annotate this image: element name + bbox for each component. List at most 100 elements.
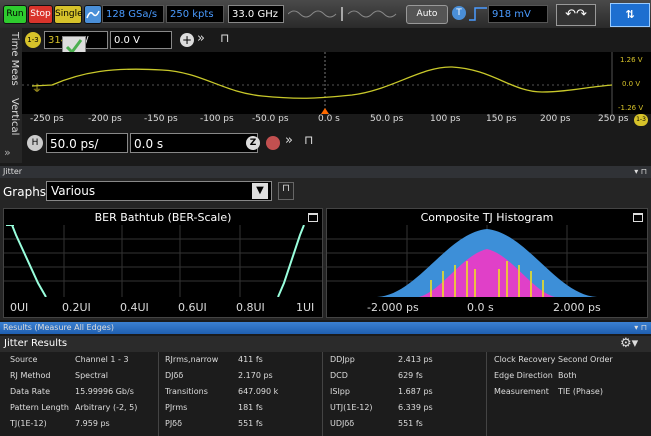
side-tab-time-meas[interactable]: Time Meas (9, 32, 20, 86)
bandwidth-field[interactable]: 33.0 GHz (228, 5, 284, 23)
result-label: Pattern Length (10, 403, 69, 412)
result-label: RJ Method (10, 371, 51, 380)
panel-menu-icon[interactable]: ▾ ⊓ (634, 322, 647, 334)
results-section-header: Jitter Results ⚙▾ (0, 336, 651, 352)
time-tick: -200 ps (88, 114, 122, 124)
pin-icon[interactable]: ⊓ (304, 133, 313, 147)
rising-edge-icon[interactable] (468, 5, 488, 23)
trigger-waveform-icon (288, 7, 397, 21)
bathtub-x-tick: 0UI (10, 301, 29, 314)
bathtub-graph[interactable]: BER Bathtub (BER-Scale) 0UI 0.2UI 0.4UI … (3, 208, 323, 318)
settings-gear-icon[interactable]: ⚙▾ (620, 336, 638, 351)
result-label: PJδδ (165, 419, 182, 428)
result-value: Second Order (558, 355, 613, 364)
result-value: Both (558, 371, 577, 380)
horizontal-badge[interactable]: H (27, 135, 43, 151)
waveform-display[interactable]: 1.26 V 0.0 V -1.26 V ⏚ (22, 52, 651, 114)
waveform-trace (31, 66, 613, 99)
result-label: UTJ(1E-12) (330, 403, 373, 412)
result-label: Transitions (165, 387, 208, 396)
result-label: RJrms,narrow (165, 355, 219, 364)
auto-trigger-button[interactable]: Auto (406, 5, 448, 24)
result-value: 2.413 ps (398, 355, 433, 364)
single-button[interactable]: Single (54, 5, 83, 24)
stop-button[interactable]: Stop (28, 5, 53, 24)
channel-end-badge: 1-3 (634, 114, 648, 126)
expand-arrows-icon[interactable]: » (197, 31, 205, 46)
graphs-label: Graphs (3, 185, 47, 199)
graphs-dropdown[interactable]: Various ▼ (46, 181, 272, 201)
time-axis: -250 ps -200 ps -150 ps -100 ps -50.0 ps… (22, 114, 651, 126)
jitter-panel-body: Graphs Various ▼ ⊓ BER Bathtub (BER-Scal… (0, 178, 651, 320)
bathtub-x-tick: 0.4UI (120, 301, 149, 314)
horizontal-position-field[interactable]: 0.0 s (130, 133, 258, 153)
channel-offset-field[interactable]: 0.0 V (110, 31, 172, 49)
results-section-title: Jitter Results (4, 338, 68, 349)
time-tick: 150 ps (486, 114, 517, 124)
result-value: 6.339 ps (398, 403, 433, 412)
trigger-level-field[interactable]: 918 mV (488, 5, 548, 23)
result-value: 15.99996 Gb/s (75, 387, 134, 396)
maximize-icon[interactable] (308, 213, 318, 222)
result-value: 629 fs (398, 371, 423, 380)
histogram-title: Composite TJ Histogram (420, 211, 554, 224)
time-tick: 200 ps (540, 114, 571, 124)
result-label: PJrms (165, 403, 188, 412)
trigger-source-icon[interactable]: T (452, 6, 466, 20)
add-measurement-icon[interactable]: + (180, 33, 194, 47)
expand-chevron-icon[interactable]: » (4, 146, 11, 159)
graphs-dropdown-value: Various (51, 184, 96, 198)
panel-menu-icon[interactable]: ▾ ⊓ (634, 166, 647, 178)
histogram-graph[interactable]: Composite TJ Histogram -2.000 ps 0.0 s 2… (326, 208, 648, 318)
time-tick: -50.0 ps (252, 114, 289, 124)
reference-icon[interactable] (266, 136, 280, 150)
histogram-x-tick: -2.000 ps (367, 301, 419, 314)
chevron-down-icon[interactable]: ▼ (252, 183, 268, 199)
channel-badge[interactable]: 1-3 (25, 32, 41, 48)
result-value: 1.687 ps (398, 387, 433, 396)
top-toolbar: Run Stop Single 128 GSa/s 250 kpts 33.0 … (0, 0, 651, 29)
result-label: ISIpp (330, 387, 350, 396)
result-value: 551 fs (398, 419, 423, 428)
waveform-graticule (22, 52, 613, 114)
zoom-icon[interactable]: Z (246, 136, 260, 150)
result-label: Edge Direction (494, 371, 553, 380)
y-label-bottom: -1.26 V (618, 104, 644, 112)
expand-arrows-icon[interactable]: » (285, 133, 293, 148)
result-label: UDJδδ (330, 419, 355, 428)
y-label-top: 1.26 V (620, 56, 643, 64)
result-label: Measurement (494, 387, 549, 396)
result-value: 411 fs (238, 355, 263, 364)
ground-marker-icon: ⏚ (32, 84, 42, 95)
run-button[interactable]: Run (3, 5, 27, 24)
bathtub-x-tick: 0.8UI (236, 301, 265, 314)
side-tab-strip: Time Meas Vertical » (0, 28, 22, 163)
results-header: Results (Measure All Edges) ▾ ⊓ (0, 322, 651, 334)
results-title: Results (Measure All Edges) (3, 323, 114, 332)
result-value: Channel 1 - 3 (75, 355, 129, 364)
pin-icon[interactable]: ⊓ (220, 31, 229, 45)
horizontal-scale-field[interactable]: 50.0 ps/ (46, 133, 128, 153)
result-value: Spectral (75, 371, 109, 380)
bathtub-x-tick: 1UI (296, 301, 315, 314)
app-logo-icon[interactable]: ⇅ (610, 3, 650, 27)
time-tick: 50.0 ps (370, 114, 404, 124)
histogram-plot (327, 225, 647, 297)
memory-depth-field[interactable]: 250 kpts (166, 5, 224, 23)
result-label: DJδδ (165, 371, 184, 380)
channel-control-row: 1-3 314/ 0.0 V + » ⊓ (22, 28, 651, 58)
maximize-icon[interactable] (633, 213, 643, 222)
bathtub-title: BER Bathtub (BER-Scale) (94, 211, 232, 224)
result-value: TIE (Phase) (558, 387, 603, 396)
result-value: 2.170 ps (238, 371, 273, 380)
time-tick: -150 ps (144, 114, 178, 124)
acquisition-mode-icon[interactable] (84, 5, 102, 24)
sample-rate-field[interactable]: 128 GSa/s (102, 5, 164, 23)
jitter-panel-title: Jitter (3, 167, 23, 176)
result-value: 7.959 ps (75, 419, 110, 428)
result-label: DDJpp (330, 355, 355, 364)
side-tab-vertical[interactable]: Vertical (9, 98, 20, 135)
bathtub-plot (4, 225, 322, 297)
undo-redo-icon[interactable]: ↶↷ (556, 4, 596, 26)
pin-icon[interactable]: ⊓ (278, 182, 294, 200)
